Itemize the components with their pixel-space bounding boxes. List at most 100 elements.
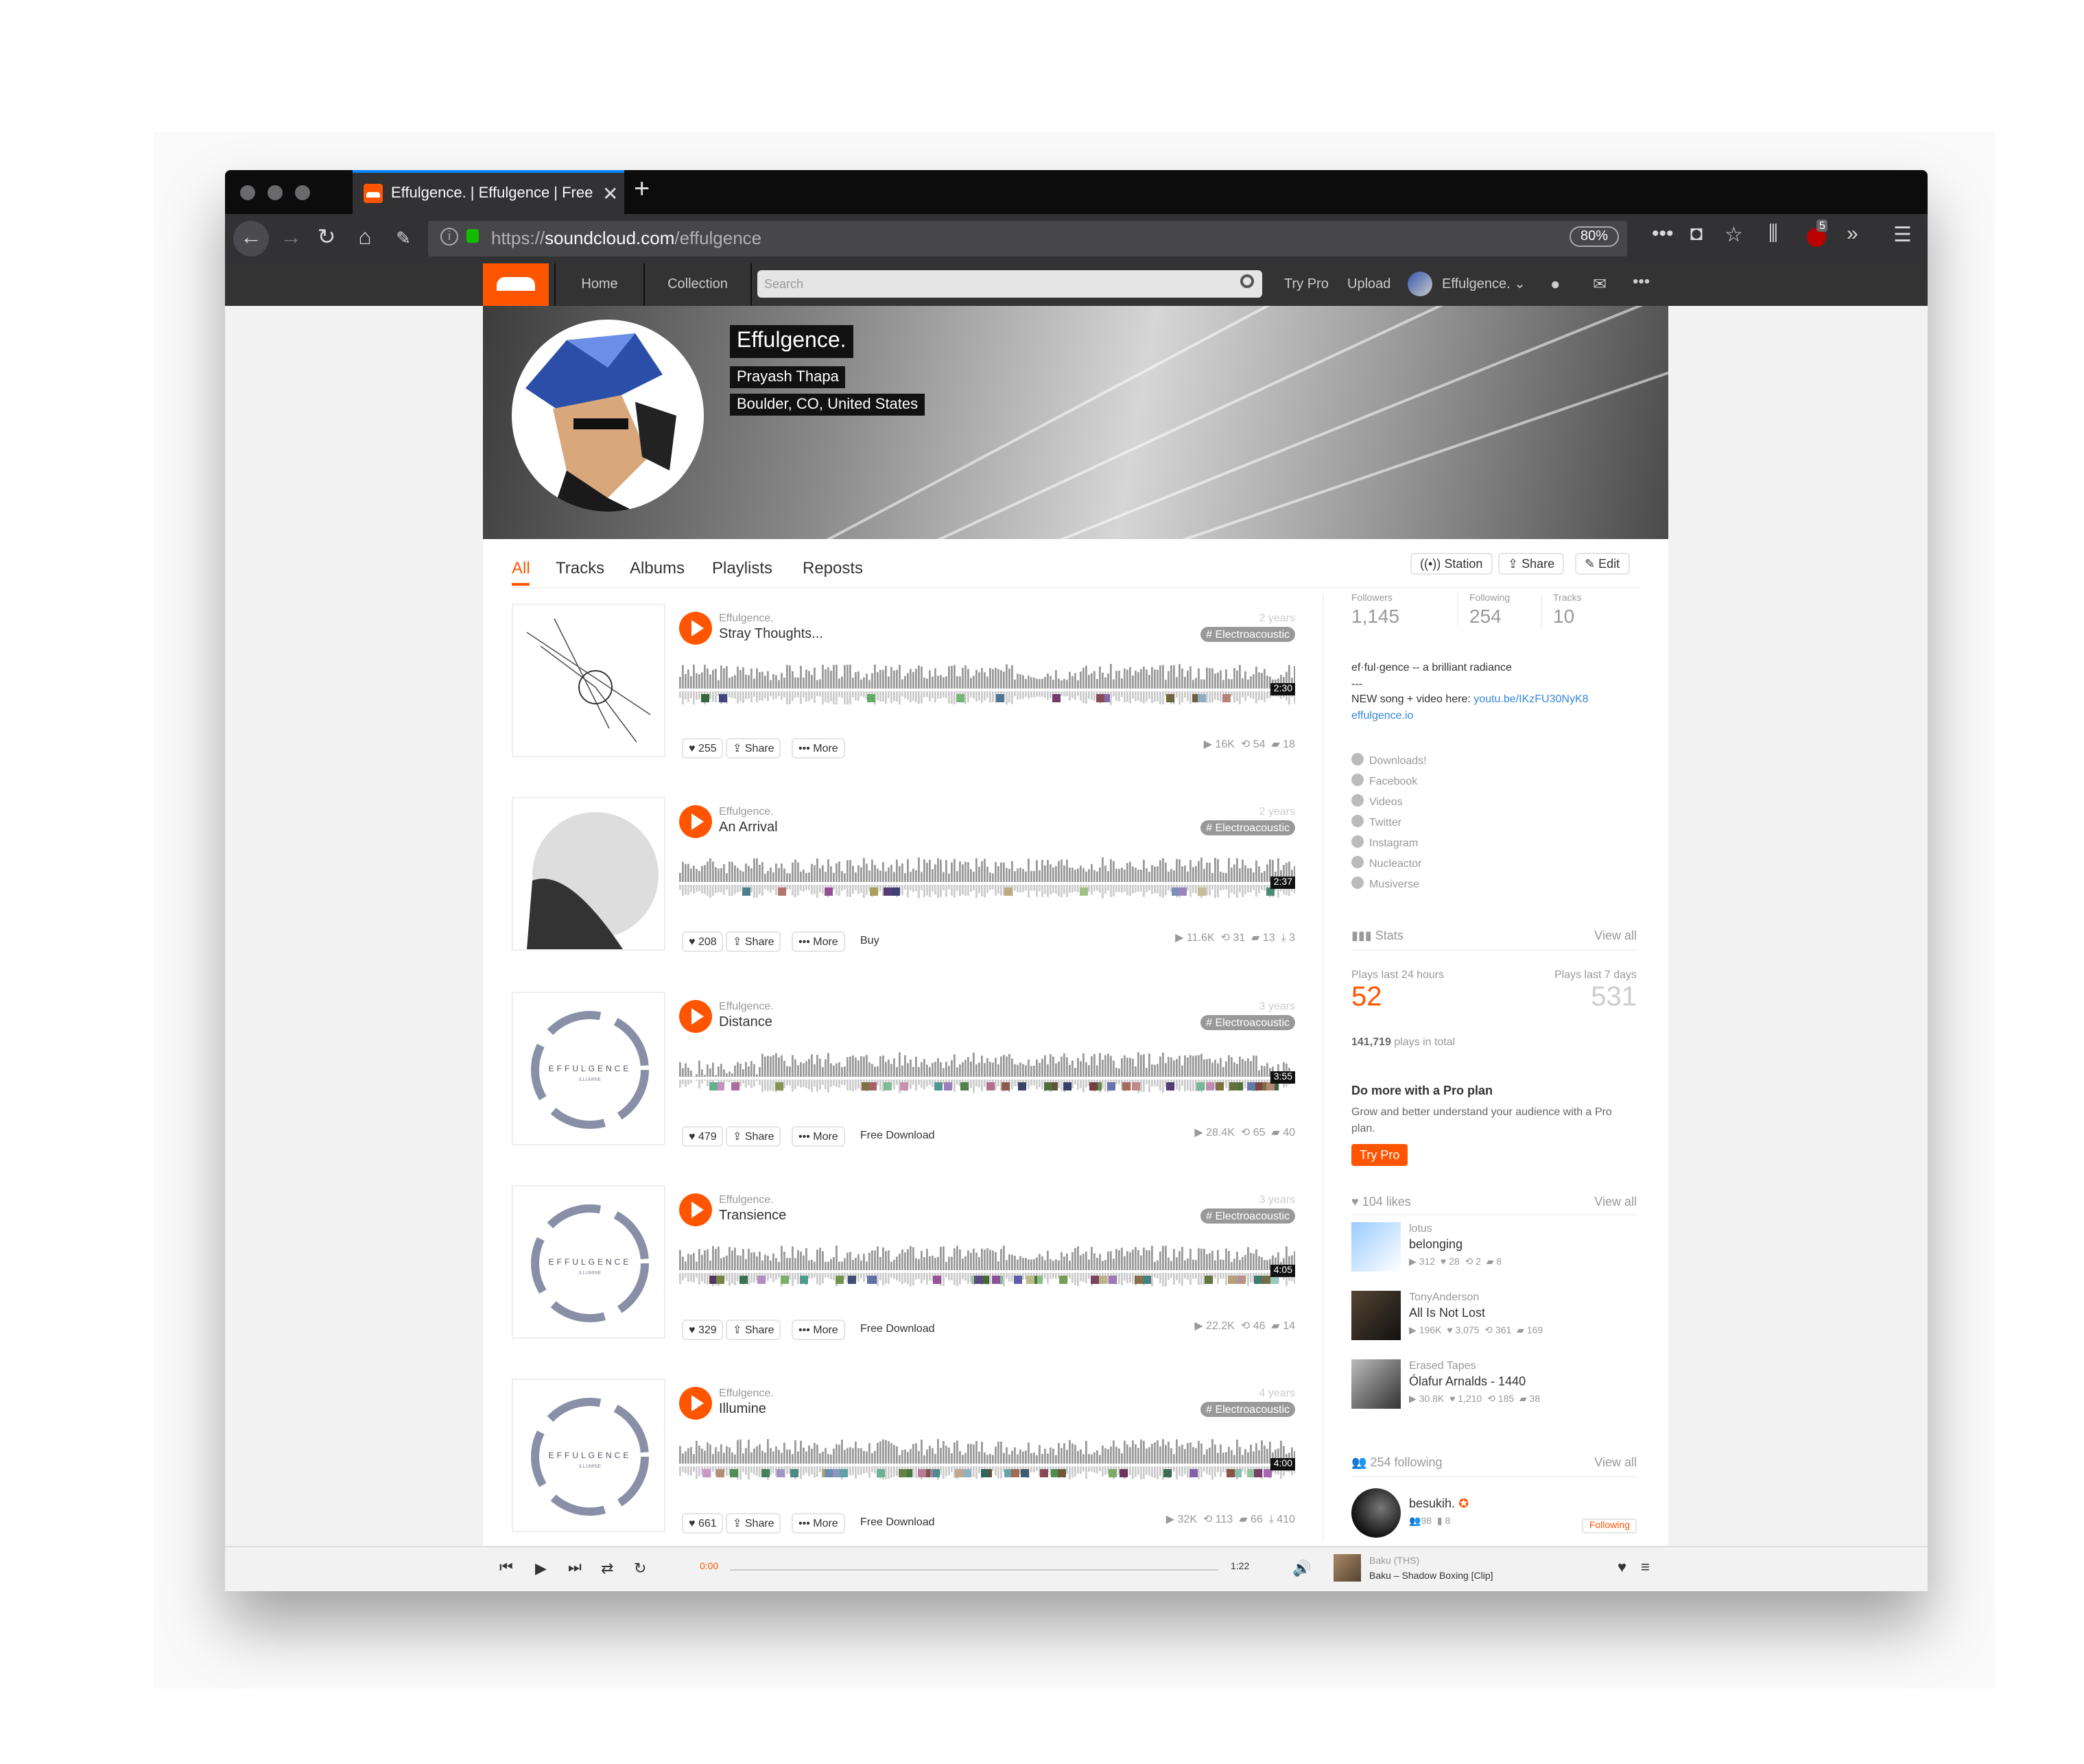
library-icon[interactable]: ⫼ [1768,222,1778,246]
liked-track-user[interactable]: Erased Tapes [1409,1359,1476,1372]
now-playing-artwork[interactable] [1334,1554,1361,1582]
station-button[interactable]: ((•)) Station [1410,553,1493,575]
waveform[interactable] [679,1240,1295,1295]
upload-link[interactable]: Upload [1347,263,1390,306]
following-user-avatar[interactable] [1351,1488,1401,1538]
tab-tracks[interactable]: Tracks [556,558,604,577]
zoom-window-button[interactable] [295,185,310,200]
liked-track-artwork[interactable] [1351,1359,1401,1409]
try-pro-link[interactable]: Try Pro [1284,263,1329,306]
track-user[interactable]: Effulgence. [719,1387,774,1399]
genre-tag[interactable]: # Electroacoustic [1200,1015,1295,1030]
more-button[interactable]: ••• More [792,931,845,952]
link-videos[interactable]: Videos [1351,794,1403,808]
link-downloads[interactable]: Downloads! [1351,753,1427,767]
now-playing-artist[interactable]: Baku (THS) [1369,1557,1419,1566]
soundcloud-logo-icon[interactable] [483,263,549,306]
pocket-icon[interactable]: ◘ [1690,222,1703,246]
play-button[interactable] [679,1387,712,1420]
notifications-bell-icon[interactable]: ● [1550,274,1561,294]
track-artwork[interactable]: EFFULGENCE ILLUMINE [512,1379,665,1532]
progress-bar[interactable] [730,1569,1218,1571]
wrench-icon[interactable]: ✎ [387,222,420,255]
genre-tag[interactable]: # Electroacoustic [1200,820,1295,835]
following-stat[interactable]: Following 254 [1457,594,1510,627]
queue-icon[interactable]: ≡ [1641,1560,1650,1576]
tracks-stat[interactable]: Tracks 10 [1541,594,1582,627]
more-button[interactable]: ••• More [792,1320,845,1340]
track-title[interactable]: Illumine [719,1402,766,1417]
share-button[interactable]: ⇪ Share [726,1126,781,1147]
track-title[interactable]: Stray Thoughts... [719,627,823,642]
track-artwork[interactable]: EFFULGENCE ILLUMINE [512,1185,665,1339]
search-icon[interactable] [1240,274,1254,288]
following-view-all[interactable]: View all [1594,1455,1637,1469]
close-window-button[interactable] [240,185,255,200]
following-button[interactable]: Following [1582,1518,1637,1534]
bookmark-star-icon[interactable]: ☆ [1725,222,1743,247]
more-button[interactable]: ••• More [792,738,845,759]
home-button[interactable]: ⌂ [348,222,381,255]
like-button[interactable]: ♥ 329 [682,1320,724,1340]
track-extra-link[interactable]: Free Download [855,1320,940,1337]
genre-tag[interactable]: # Electroacoustic [1200,1208,1295,1224]
share-button[interactable]: ⇪ Share [726,1320,781,1340]
likes-view-all[interactable]: View all [1594,1195,1637,1208]
search-input[interactable]: Search [757,270,1262,298]
genre-tag[interactable]: # Electroacoustic [1200,627,1295,642]
minimize-window-button[interactable] [268,185,283,200]
play-button[interactable] [679,805,712,838]
waveform[interactable] [679,1433,1295,1488]
track-artwork[interactable] [512,797,665,951]
more-menu-icon[interactable]: ••• [1633,272,1650,291]
next-icon[interactable]: ⏭ [568,1560,582,1577]
link-twitter[interactable]: Twitter [1351,815,1401,829]
zoom-indicator[interactable]: 80% [1569,226,1619,247]
track-title[interactable]: Transience [719,1208,786,1224]
liked-track-user[interactable]: lotus [1409,1222,1432,1235]
edit-button[interactable]: ✎ Edit [1575,553,1630,575]
like-button[interactable]: ♥ 661 [682,1513,724,1534]
volume-icon[interactable]: 🔊 [1292,1560,1311,1577]
hamburger-menu-icon[interactable]: ☰ [1893,222,1912,247]
like-heart-icon[interactable]: ♥ [1618,1560,1626,1576]
link-musiverse[interactable]: Musiverse [1351,877,1419,890]
following-user-name[interactable]: besukih. ✪ [1409,1497,1469,1512]
info-icon[interactable]: i [440,228,458,246]
track-title[interactable]: An Arrival [719,820,778,835]
page-actions-icon[interactable]: ••• [1652,222,1674,246]
liked-track-title[interactable]: belonging [1409,1237,1463,1251]
track-extra-link[interactable]: Free Download [855,1513,940,1531]
nav-collection[interactable]: Collection [645,263,752,306]
play-button[interactable] [679,612,712,645]
repeat-icon[interactable]: ↻ [634,1560,646,1577]
link-facebook[interactable]: Facebook [1351,774,1417,787]
now-playing-title[interactable]: Baku – Shadow Boxing [Clip] [1369,1572,1493,1582]
like-button[interactable]: ♥ 255 [682,738,724,759]
track-extra-link[interactable]: Free Download [855,1126,940,1144]
play-button[interactable] [679,1193,712,1226]
messages-envelope-icon[interactable]: ✉ [1593,274,1607,294]
share-button[interactable]: ⇪ Share [726,931,781,952]
bio-website-link[interactable]: effulgence.io [1351,708,1413,721]
previous-icon[interactable]: ⏮ [499,1560,513,1577]
share-button[interactable]: ⇪ Share [1498,553,1565,575]
back-button[interactable]: ← [233,221,269,257]
user-menu[interactable]: Effulgence. ⌄ [1442,263,1526,306]
track-user[interactable]: Effulgence. [719,1193,774,1206]
tab-all[interactable]: All [512,558,530,586]
more-button[interactable]: ••• More [792,1513,845,1534]
reload-button[interactable]: ↻ [310,222,343,255]
browser-tab[interactable]: Effulgence. | Effulgence | Free Listenin… [353,170,624,214]
new-tab-button[interactable]: + [634,174,650,206]
liked-track-user[interactable]: TonyAnderson [1409,1291,1479,1303]
overflow-chevron-icon[interactable]: » [1847,222,1858,246]
try-pro-button[interactable]: Try Pro [1351,1144,1408,1166]
shuffle-icon[interactable]: ⇄ [601,1560,613,1577]
track-title[interactable]: Distance [719,1015,772,1030]
play-button[interactable] [679,1000,712,1033]
track-artwork[interactable] [512,604,665,757]
track-user[interactable]: Effulgence. [719,1000,774,1012]
track-user[interactable]: Effulgence. [719,612,774,624]
like-button[interactable]: ♥ 208 [682,931,724,952]
